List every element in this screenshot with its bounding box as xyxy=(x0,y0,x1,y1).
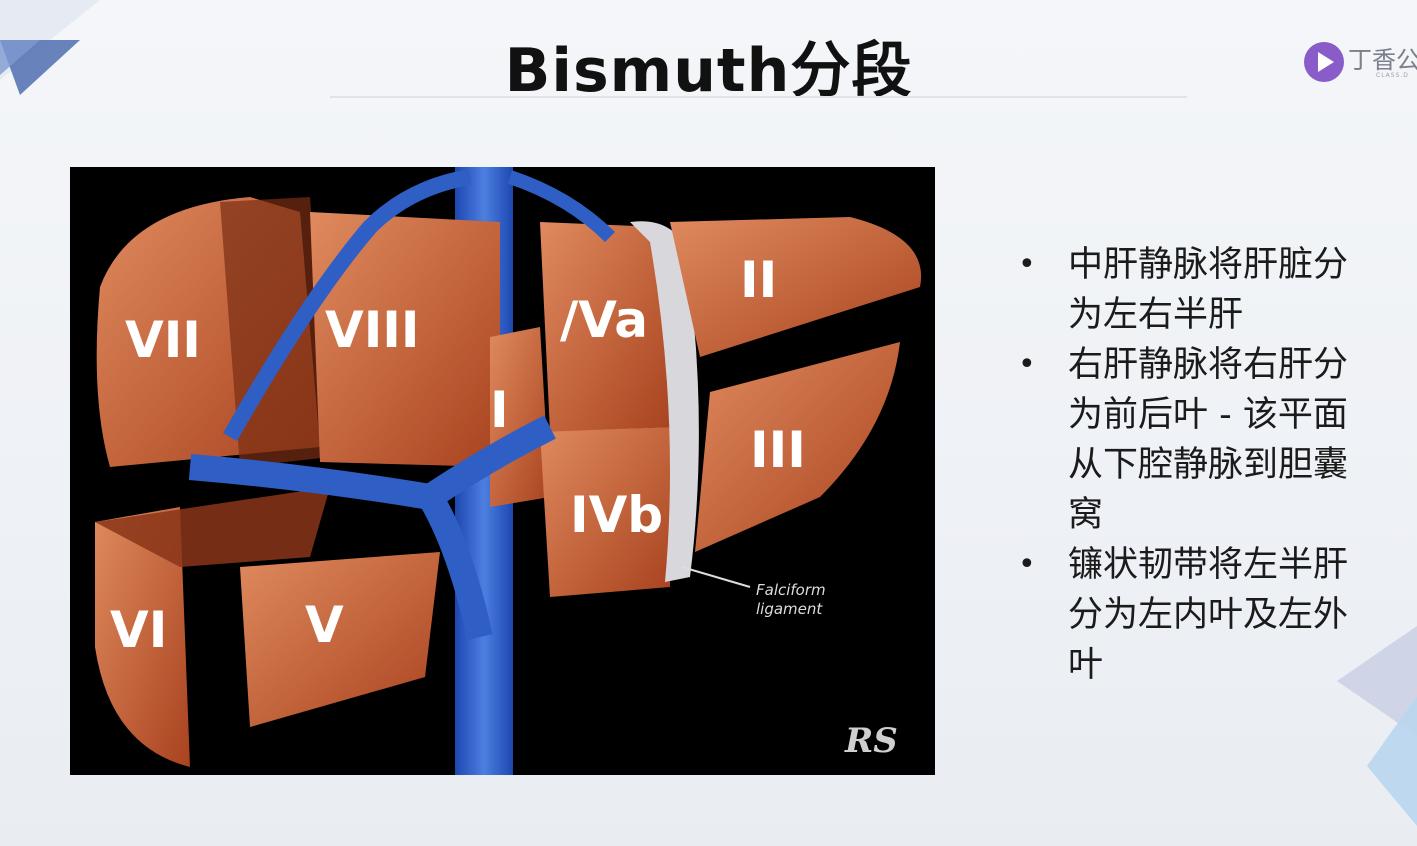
segment-ii xyxy=(670,217,922,357)
bullet-text: 中肝静脉将肝脏分为左右半肝 xyxy=(1068,245,1349,335)
brand-logo: 丁香公 CLASS.D xyxy=(1300,38,1417,86)
artist-signature: RS xyxy=(844,721,898,761)
logo-icon xyxy=(1304,42,1344,82)
bullet-item: • 右肝静脉将右肝分为前后叶 - 该平面从下腔静脉到胆囊窝 xyxy=(1018,345,1349,535)
logo-text: 丁香公 xyxy=(1348,46,1417,74)
bullet-list: • 中肝静脉将肝脏分为左右半肝 • 右肝静脉将右肝分为前后叶 - 该平面从下腔静脉到… xyxy=(1012,240,1362,690)
falciform-label-line1: Falciform xyxy=(756,581,826,599)
segment-label-v: V xyxy=(305,596,344,654)
liver-segment-illustration: VII VIII /Va II I III IVb VI V Falciform… xyxy=(70,167,935,775)
segment-label-ii: II xyxy=(740,251,777,309)
segment-label-vii: VII xyxy=(125,311,201,369)
segment-label-iva: /Va xyxy=(560,291,648,349)
bullet-text: 右肝静脉将右肝分为前后叶 - 该平面从下腔静脉到胆囊窝 xyxy=(1068,345,1349,535)
segment-label-ivb: IVb xyxy=(570,486,663,544)
segment-label-i: I xyxy=(490,381,509,439)
title-divider xyxy=(330,96,1187,98)
segment-label-iii: III xyxy=(750,421,806,479)
bullet-item: • 镰状韧带将左半肝分为左内叶及左外叶 xyxy=(1018,545,1349,685)
bullet-item: • 中肝静脉将肝脏分为左右半肝 xyxy=(1018,245,1349,335)
segment-label-viii: VIII xyxy=(325,301,420,359)
logo-subtext: CLASS.D xyxy=(1376,72,1409,79)
falciform-label-line2: ligament xyxy=(756,600,823,618)
segment-label-vi: VI xyxy=(110,601,167,659)
bullet-text: 镰状韧带将左半肝分为左内叶及左外叶 xyxy=(1068,545,1349,685)
